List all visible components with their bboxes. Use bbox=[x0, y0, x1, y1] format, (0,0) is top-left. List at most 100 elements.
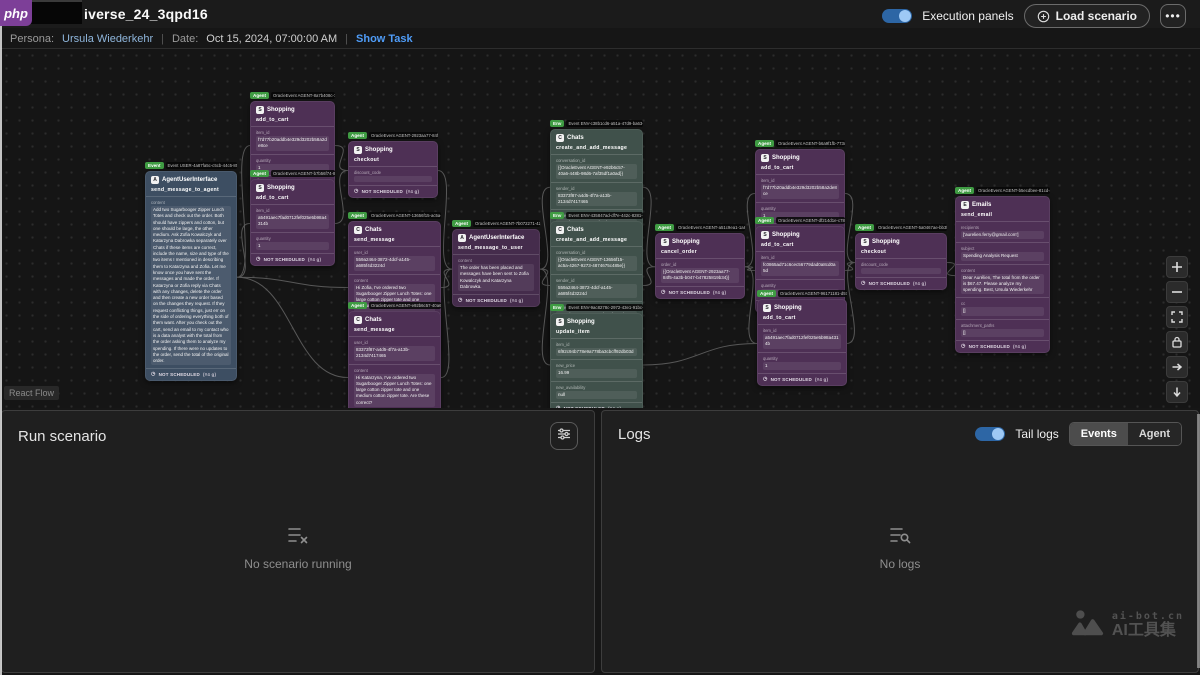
zoom-out-button[interactable] bbox=[1166, 281, 1188, 303]
show-task-link[interactable]: Show Task bbox=[356, 33, 413, 45]
node-type-badge: Agent bbox=[452, 220, 472, 227]
chats-app-icon: C bbox=[556, 226, 564, 234]
node-function-name: add_to_cart bbox=[761, 165, 794, 171]
schedule-status-text: NOT SCHEDULED bbox=[770, 376, 812, 382]
node-card[interactable]: S Shopping checkout discount_code ◷ NOT SCHED… bbox=[855, 233, 947, 290]
flow-node-shopping-checkout[interactable]: AgentOracleEvent AGENT-2923aa77-84f5-4a3… bbox=[348, 131, 438, 198]
node-type-badge: Agent bbox=[348, 302, 368, 309]
param-value: 1 bbox=[763, 361, 841, 370]
tab-events[interactable]: Events bbox=[1069, 423, 1128, 445]
flow-node-emails-send_email[interactable]: AgentOracleEvent AGENT-b5ecdbee-81cd-487… bbox=[955, 186, 1050, 354]
flow-edge bbox=[236, 144, 251, 278]
reactflow-attribution[interactable]: React Flow bbox=[4, 386, 60, 400]
arrow-right-button[interactable] bbox=[1166, 356, 1188, 378]
param-value: 559a2464-3872-4dcf-a145-a685f4d3224d bbox=[354, 256, 435, 271]
ai-bot-logo-icon bbox=[1070, 609, 1104, 642]
tail-logs-toggle[interactable] bbox=[975, 427, 1006, 441]
lock-button[interactable] bbox=[1166, 331, 1188, 353]
node-divider bbox=[756, 174, 844, 175]
flow-canvas[interactable]: React Flow Event Event USER-4a87fa5c-c5cb… bbox=[0, 48, 1200, 408]
node-card[interactable]: A AgentUserInterface send_message_to_user c… bbox=[452, 229, 540, 308]
node-badge-row: AgentOracleEvent AGENT-2923aa77-84f5-4a3… bbox=[348, 131, 438, 140]
node-header: A AgentUserInterface bbox=[151, 176, 231, 184]
node-divider bbox=[251, 204, 334, 205]
node-app-name: Shopping bbox=[567, 319, 595, 325]
node-event-id: OracleEvent AGENT-a51c9ea1-1a82-4c35-8df… bbox=[676, 224, 745, 231]
schedule-status-tag: (#4 g) bbox=[912, 281, 927, 286]
node-divider bbox=[551, 359, 642, 361]
execution-panels-label: Execution panels bbox=[922, 9, 1014, 23]
param-label: quantity bbox=[763, 355, 778, 361]
node-event-id: OracleEvent AGENT-b6a9f1fb-773c-4b71-8c8… bbox=[776, 140, 845, 147]
node-badge-row: EnvEvent ENV-435847ad-df7e-442c-8281-b22… bbox=[550, 211, 643, 220]
flow-node-shopping-cancel_order[interactable]: AgentOracleEvent AGENT-a51c9ea1-1a82-4c3… bbox=[655, 223, 745, 299]
load-scenario-button[interactable]: Load scenario bbox=[1023, 4, 1150, 28]
zoom-in-button[interactable] bbox=[1166, 256, 1188, 278]
flow-edge bbox=[946, 262, 956, 277]
node-badge-row: EnvEvent ENV-c38b1cd6-a51a-47d9-ba63-41d… bbox=[550, 119, 643, 128]
node-card[interactable]: E Emails send_email recipients ['aurelien.fe… bbox=[955, 196, 1050, 354]
param-value: null bbox=[556, 390, 637, 399]
schedule-status-text: NOT SCHEDULED bbox=[361, 189, 403, 194]
node-header: S Shopping bbox=[354, 146, 432, 154]
tab-agent[interactable]: Agent bbox=[1127, 423, 1181, 445]
more-menu-button[interactable]: ••• bbox=[1160, 4, 1186, 28]
node-header: S Shopping bbox=[556, 318, 637, 326]
shopping-app-icon: S bbox=[556, 318, 564, 326]
schedule-status-text: NOT SCHEDULED bbox=[158, 372, 200, 378]
node-card[interactable]: S Shopping cancel_order order_id {{OracleEve… bbox=[655, 233, 745, 299]
node-divider bbox=[551, 154, 642, 155]
node-divider bbox=[758, 372, 846, 374]
node-divider bbox=[551, 338, 642, 339]
flow-node-shopping-add_to_cart[interactable]: AgentOracleEvent AGENT-96171181-d575-428… bbox=[757, 289, 847, 386]
bottom-panels: Run scenario No scenario running Logs Ta… bbox=[0, 410, 1200, 673]
node-card[interactable]: S Shopping add_to_cart item_id a5491aec7fad0… bbox=[250, 179, 335, 266]
node-card[interactable]: A AgentUserInterface send_message_to_agent… bbox=[145, 171, 237, 382]
redaction-box bbox=[30, 0, 82, 24]
node-card[interactable]: S Shopping add_to_cart item_id a5491aec7fad0… bbox=[757, 299, 847, 386]
agentuserinterface-app-icon: A bbox=[151, 176, 159, 184]
flow-edge bbox=[539, 268, 551, 366]
fit-view-button[interactable] bbox=[1166, 306, 1188, 328]
node-header: C Chats bbox=[354, 226, 435, 234]
node-card[interactable]: S Shopping checkout discount_code ◷ NOT SCHED… bbox=[348, 141, 438, 198]
node-divider bbox=[956, 221, 1049, 222]
node-divider bbox=[349, 246, 440, 247]
node-function-name: add_to_cart bbox=[761, 242, 794, 248]
param-label: item_id bbox=[763, 328, 777, 333]
shopping-app-icon: S bbox=[661, 238, 669, 246]
node-badge-row: EventEvent USER-4a87fa5c-c5cb-44c5-859a-… bbox=[145, 161, 237, 170]
flow-node-shopping-update_item[interactable]: EnvEvent ENV-9ac8278c-2972-43e1-91bc-a08… bbox=[550, 303, 643, 408]
run-empty-text: No scenario running bbox=[244, 556, 352, 571]
flow-node-shopping-add_to_cart[interactable]: AgentOracleEvent AGENT-b7b56f74-81ab-49f… bbox=[250, 169, 335, 266]
shopping-app-icon: S bbox=[354, 146, 362, 154]
node-divider bbox=[453, 254, 539, 255]
flow-node-agentuserinterface-send_message_to_user[interactable]: AgentOracleEvent AGENT-7b072271-4282-48a… bbox=[452, 219, 540, 308]
param-label: item_id bbox=[556, 342, 570, 347]
run-settings-button[interactable] bbox=[550, 422, 578, 450]
node-badge-row: AgentOracleEvent AGENT-8a7b408c-73ac-4d7… bbox=[250, 91, 335, 100]
node-card[interactable]: C Chats send_message user_id 83373f87-a4d5-4… bbox=[348, 311, 441, 408]
node-app-name: Shopping bbox=[267, 107, 295, 113]
param-value: Add two Sugarbooger Zipper Lunch Totes a… bbox=[151, 206, 231, 366]
node-divider bbox=[453, 294, 539, 296]
node-type-badge: Env bbox=[550, 120, 565, 127]
node-schedule-status: ◷NOT SCHEDULED(#4 g) bbox=[458, 298, 534, 304]
flow-edge bbox=[846, 262, 856, 344]
flow-node-chats-send_message[interactable]: AgentOracleEvent AGENT-e92b6c57-40a6-448… bbox=[348, 301, 441, 408]
param-value bbox=[354, 176, 432, 182]
schedule-status-tag: (#4 g) bbox=[405, 189, 420, 194]
node-event-id: OracleEvent AGENT-8a7b408c-73ac-4d7a-9b8… bbox=[271, 92, 335, 99]
node-card[interactable]: S Shopping update_item item_id 6f92c94b778e9… bbox=[550, 313, 643, 408]
node-type-badge: Agent bbox=[755, 217, 775, 224]
shopping-app-icon: S bbox=[256, 184, 264, 192]
node-function-name: checkout bbox=[861, 249, 887, 255]
arrow-down-button[interactable] bbox=[1166, 381, 1188, 403]
run-scenario-panel: Run scenario No scenario running bbox=[1, 410, 595, 673]
param-value: Hi Katarzyna, I've ordered two Sugarboog… bbox=[354, 373, 435, 408]
execution-panels-toggle[interactable] bbox=[882, 9, 913, 23]
flow-node-shopping-checkout[interactable]: AgentOracleEvent AGENT-5a0467ae-bb3f-4e1… bbox=[855, 223, 947, 290]
flow-node-agentuserinterface-send_message_to_agent[interactable]: EventEvent USER-4a87fa5c-c5cb-44c5-859a-… bbox=[145, 161, 237, 382]
run-panel-title: Run scenario bbox=[18, 427, 107, 445]
persona-name[interactable]: Ursula Wiederkehr bbox=[62, 33, 153, 45]
